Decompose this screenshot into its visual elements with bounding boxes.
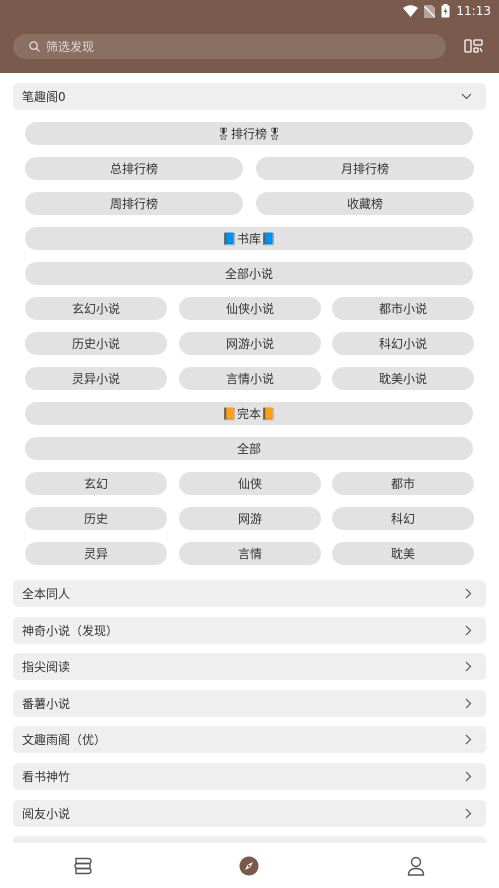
chip-library-header[interactable]: 📘书库📘 (25, 227, 473, 250)
chevron-right-icon (465, 661, 472, 672)
person-icon (407, 856, 425, 876)
chip-wangyou-novel[interactable]: 网游小说 (179, 332, 321, 355)
chip-danmei-novel[interactable]: 耽美小说 (332, 367, 474, 390)
nav-bookshelf[interactable] (0, 843, 166, 888)
chip-finished-header[interactable]: 📙完本📙 (25, 402, 473, 425)
compass-icon (239, 856, 259, 875)
chip-xianxia[interactable]: 仙侠 (179, 472, 321, 495)
chevron-down-icon (461, 93, 472, 100)
chip-lingyi-novel[interactable]: 灵异小说 (25, 367, 167, 390)
group-title: 番薯小说 (22, 697, 71, 711)
group-header[interactable]: 看书神竹 (13, 763, 486, 790)
status-bar: 11:13 (403, 3, 491, 19)
chip-collect-rank[interactable]: 收藏榜 (256, 192, 474, 215)
chevron-right-icon (465, 734, 472, 745)
nav-discover[interactable] (166, 843, 332, 888)
search-icon (29, 41, 40, 52)
chevron-right-icon (465, 588, 472, 599)
chip-rank-header[interactable]: 🎖排行榜🎖 (25, 122, 473, 145)
group-header-biquge[interactable]: 笔趣阁0 (13, 83, 486, 110)
chevron-right-icon (465, 698, 472, 709)
group-title: 阅友小说 (22, 807, 71, 821)
chip-xuanhuan[interactable]: 玄幻 (25, 472, 167, 495)
group-header-partial[interactable] (13, 836, 486, 843)
chip-week-rank[interactable]: 周排行榜 (25, 192, 243, 215)
chip-danmei[interactable]: 耽美 (332, 542, 474, 565)
group-title: 全本同人 (22, 587, 71, 601)
group-title: 指尖阅读 (22, 660, 71, 674)
chip-all[interactable]: 全部 (25, 437, 473, 460)
app-bar: 11:13 (0, 0, 499, 73)
group-header[interactable]: 神奇小说（发现） (13, 617, 486, 644)
group-header[interactable]: 文趣雨阁（优） (13, 726, 486, 753)
group-header[interactable]: 番薯小说 (13, 690, 486, 717)
chevron-right-icon (465, 808, 472, 819)
status-time: 11:13 (456, 4, 491, 18)
chip-yanqing-novel[interactable]: 言情小说 (179, 367, 321, 390)
group-header[interactable]: 全本同人 (13, 580, 486, 607)
group-header[interactable]: 阅友小说 (13, 800, 486, 827)
search-box[interactable] (13, 34, 446, 59)
chip-kehuan-novel[interactable]: 科幻小说 (332, 332, 474, 355)
chip-lingyi[interactable]: 灵异 (25, 542, 167, 565)
chip-dushi-novel[interactable]: 都市小说 (332, 297, 474, 320)
chevron-right-icon (465, 771, 472, 782)
group-title: 文趣雨阁（优） (22, 733, 107, 747)
chip-kehuan[interactable]: 科幻 (332, 507, 474, 530)
battery-charging-icon (441, 4, 450, 18)
discover-list[interactable]: 笔趣阁0 🎖排行榜🎖 总排行榜 月排行榜 周排行榜 收藏榜 📘书库📘 全部小说 … (0, 73, 499, 843)
chevron-right-icon (465, 625, 472, 636)
group-title: 看书神竹 (22, 770, 71, 784)
chip-yanqing[interactable]: 言情 (179, 542, 321, 565)
chip-all-novels[interactable]: 全部小说 (25, 262, 473, 285)
group-title: 神奇小说（发现） (22, 624, 119, 638)
chip-lishi[interactable]: 历史 (25, 507, 167, 530)
chip-lishi-novel[interactable]: 历史小说 (25, 332, 167, 355)
chip-xianxia-novel[interactable]: 仙侠小说 (179, 297, 321, 320)
bottom-nav (0, 843, 499, 888)
group-title: 笔趣阁0 (22, 90, 66, 104)
nav-mine[interactable] (333, 843, 499, 888)
no-sim-icon (424, 4, 436, 18)
group-icon[interactable] (464, 38, 484, 56)
chip-month-rank[interactable]: 月排行榜 (256, 157, 474, 180)
chip-total-rank[interactable]: 总排行榜 (25, 157, 243, 180)
wifi-icon (403, 5, 419, 17)
search-input[interactable] (46, 39, 426, 54)
group-header[interactable]: 指尖阅读 (13, 653, 486, 680)
chip-xuanhuan-novel[interactable]: 玄幻小说 (25, 297, 167, 320)
bookshelf-icon (74, 857, 92, 874)
chip-wangyou[interactable]: 网游 (179, 507, 321, 530)
chip-dushi[interactable]: 都市 (332, 472, 474, 495)
